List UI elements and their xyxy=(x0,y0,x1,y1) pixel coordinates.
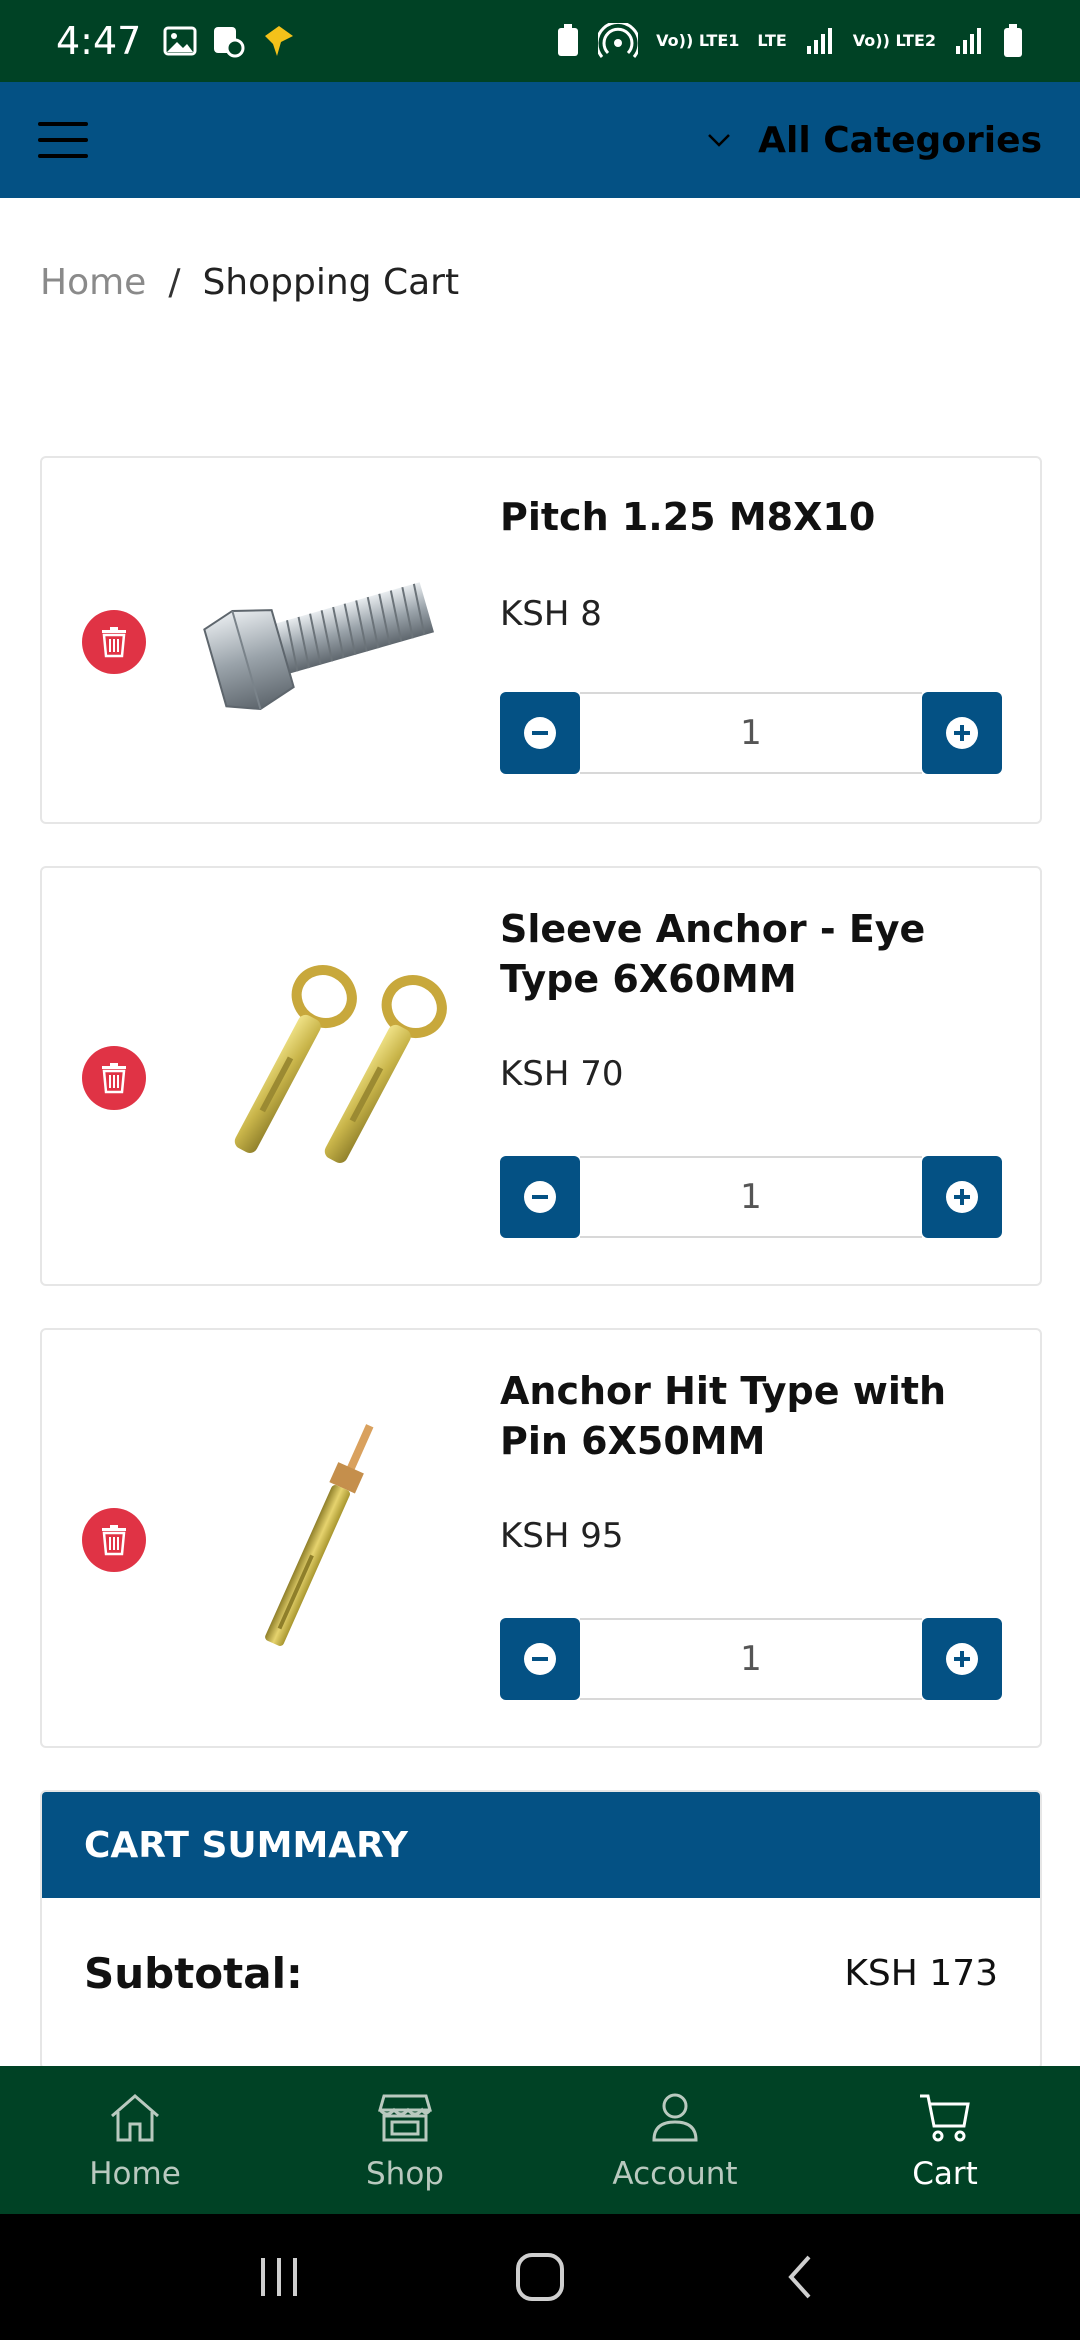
product-name[interactable]: Sleeve Anchor - Eye Type 6X60MM xyxy=(500,904,1000,1004)
increase-quantity-button[interactable] xyxy=(922,692,1002,774)
system-nav-bar xyxy=(0,2214,1080,2340)
nav-shop-label: Shop xyxy=(366,2156,444,2192)
nav-home-label: Home xyxy=(89,2156,181,2192)
home-icon xyxy=(111,2094,159,2142)
home-circle-icon xyxy=(516,2253,564,2301)
quantity-stepper: 1 xyxy=(500,1618,1002,1700)
sim1-label: Vo)) LTE1 xyxy=(656,31,740,50)
minus-circle-icon xyxy=(524,1181,556,1213)
product-info: Pitch 1.25 M8X10 KSH 8 1 xyxy=(500,492,1002,792)
cart-icon xyxy=(920,2094,970,2142)
product-image-bolt xyxy=(203,582,434,711)
cart-item: Sleeve Anchor - Eye Type 6X60MM KSH 70 1 xyxy=(40,866,1042,1286)
decrease-quantity-button[interactable] xyxy=(500,1618,580,1700)
plus-circle-icon xyxy=(946,1181,978,1213)
product-image-anchor-pin xyxy=(265,1424,374,1646)
delete-item-button[interactable] xyxy=(82,1508,146,1572)
account-icon xyxy=(652,2093,698,2142)
pin-icon xyxy=(265,26,294,56)
decrease-quantity-button[interactable] xyxy=(500,1156,580,1238)
hotspot-icon xyxy=(598,23,639,58)
nav-account[interactable]: Account xyxy=(540,2066,810,2214)
recent-apps-icon xyxy=(261,2258,297,2296)
minus-circle-icon xyxy=(524,1643,556,1675)
breadcrumb-separator: / xyxy=(168,262,181,303)
breadcrumb: Home / Shopping Cart xyxy=(40,262,459,303)
chevron-down-icon xyxy=(708,134,731,147)
app-header: All Categories xyxy=(0,82,1080,198)
home-system-button[interactable] xyxy=(495,2232,585,2322)
nav-cart[interactable]: Cart xyxy=(810,2066,1080,2214)
increase-quantity-button[interactable] xyxy=(922,1156,1002,1238)
minus-circle-icon xyxy=(524,717,556,749)
categories-label: All Categories xyxy=(758,119,1042,161)
product-price: KSH 70 xyxy=(500,1054,624,1094)
trash-icon xyxy=(102,1063,126,1094)
sim2-label: Vo)) LTE2 xyxy=(852,31,936,50)
lte-label: LTE xyxy=(757,31,787,50)
product-name[interactable]: Pitch 1.25 M8X10 xyxy=(500,492,1000,542)
cart-summary: CART SUMMARY Subtotal: KSH 173 xyxy=(40,1790,1042,2070)
nav-home[interactable]: Home xyxy=(0,2066,270,2214)
back-icon xyxy=(788,2255,811,2299)
product-price: KSH 95 xyxy=(500,1516,624,1556)
product-image-sleeve-anchor xyxy=(234,965,447,1163)
system-status-icons: Vo)) LTE1 LTE Vo)) LTE2 xyxy=(556,23,1024,59)
shop-icon xyxy=(378,2094,432,2142)
nav-shop[interactable]: Shop xyxy=(270,2066,540,2214)
product-name[interactable]: Anchor Hit Type with Pin 6X50MM xyxy=(500,1366,1000,1466)
cart-summary-title: CART SUMMARY xyxy=(42,1792,1040,1898)
battery-saver-icon xyxy=(558,24,579,56)
decrease-quantity-button[interactable] xyxy=(500,692,580,774)
recent-apps-button[interactable] xyxy=(235,2232,325,2322)
product-info: Anchor Hit Type with Pin 6X50MM KSH 95 1 xyxy=(500,1366,1002,1716)
app-notification-icon xyxy=(214,27,245,58)
menu-icon[interactable] xyxy=(38,122,88,158)
delete-item-button[interactable] xyxy=(82,1046,146,1110)
subtotal-label: Subtotal: xyxy=(84,1948,303,1998)
breadcrumb-current: Shopping Cart xyxy=(202,262,460,303)
product-price: KSH 8 xyxy=(500,594,602,634)
product-info: Sleeve Anchor - Eye Type 6X60MM KSH 70 1 xyxy=(500,904,1002,1254)
signal-icon xyxy=(806,28,832,54)
cart-item: Pitch 1.25 M8X10 KSH 8 1 xyxy=(40,456,1042,824)
trash-icon xyxy=(102,627,126,658)
back-button[interactable] xyxy=(755,2232,845,2322)
trash-icon xyxy=(102,1525,126,1556)
quantity-input[interactable]: 1 xyxy=(580,1618,922,1700)
status-time: 4:47 xyxy=(56,19,142,63)
breadcrumb-home-link[interactable]: Home xyxy=(40,262,146,303)
nav-account-label: Account xyxy=(612,2156,738,2192)
quantity-stepper: 1 xyxy=(500,692,1002,774)
delete-item-button[interactable] xyxy=(82,610,146,674)
gallery-icon xyxy=(163,26,197,56)
quantity-stepper: 1 xyxy=(500,1156,1002,1238)
status-bar: 4:47 Vo)) LTE1 LTE Vo)) LTE2 xyxy=(0,0,1080,82)
nav-cart-label: Cart xyxy=(912,2156,978,2192)
categories-dropdown[interactable]: All Categories xyxy=(706,120,1042,161)
bottom-nav: Home Shop Account Cart xyxy=(0,2066,1080,2214)
subtotal-row: Subtotal: KSH 173 xyxy=(42,1898,1040,2048)
battery-icon xyxy=(1004,24,1022,57)
plus-circle-icon xyxy=(946,1643,978,1675)
quantity-input[interactable]: 1 xyxy=(580,1156,922,1238)
increase-quantity-button[interactable] xyxy=(922,1618,1002,1700)
plus-circle-icon xyxy=(946,717,978,749)
notification-icons xyxy=(163,22,297,60)
quantity-input[interactable]: 1 xyxy=(580,692,922,774)
cart-item: Anchor Hit Type with Pin 6X50MM KSH 95 1 xyxy=(40,1328,1042,1748)
signal-icon xyxy=(956,28,981,54)
subtotal-value: KSH 173 xyxy=(844,1952,998,1994)
